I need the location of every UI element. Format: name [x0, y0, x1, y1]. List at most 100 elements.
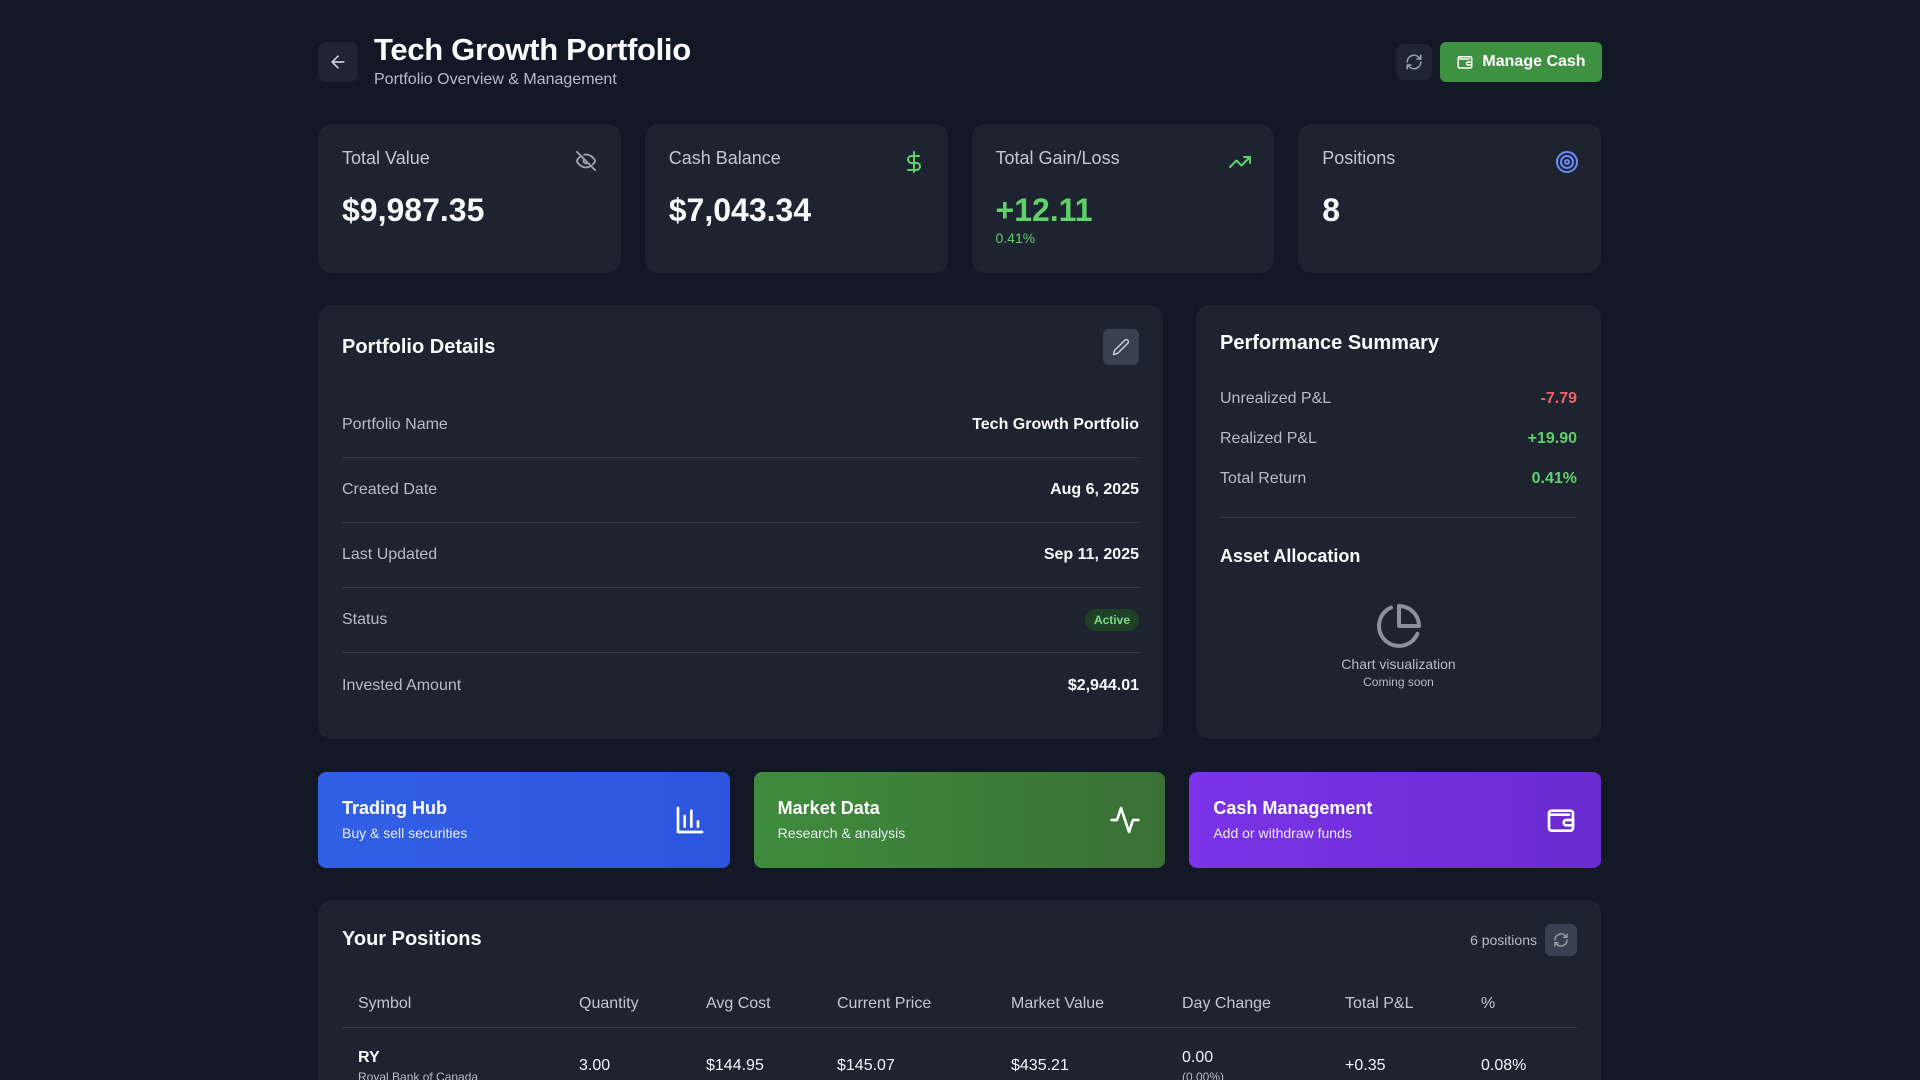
activity-icon	[1109, 804, 1141, 836]
stat-card-total-gain-loss: Total Gain/Loss +12.11 0.41%	[971, 124, 1275, 273]
total-pl-cell: +0.35	[1345, 1057, 1386, 1074]
perf-value: 0.41%	[1531, 470, 1577, 487]
table-header: Symbol Quantity Avg Cost Current Price M…	[342, 980, 1577, 1028]
stat-label: Total Gain/Loss	[995, 148, 1120, 168]
stat-label: Total Value	[342, 148, 430, 168]
refresh-button[interactable]	[1396, 44, 1432, 80]
positions-table: Symbol Quantity Avg Cost Current Price M…	[342, 980, 1577, 1080]
detail-row-last-updated: Last Updated Sep 11, 2025	[342, 523, 1139, 588]
detail-row-portfolio-name: Portfolio Name Tech Growth Portfolio	[342, 393, 1139, 458]
avg-cost-cell: $144.95	[706, 1057, 764, 1074]
column-header[interactable]: Quantity	[579, 995, 639, 1013]
detail-value: Aug 6, 2025	[1050, 481, 1139, 498]
perf-row-realized: Realized P&L +19.90	[1220, 419, 1577, 459]
stat-card-total-value: Total Value $9,987.35	[318, 124, 621, 273]
current-price-cell: $145.07	[837, 1057, 895, 1074]
day-change-value: 0.00	[1182, 1048, 1214, 1066]
detail-label: Invested Amount	[342, 676, 462, 694]
quantity-cell: 3.00	[579, 1057, 611, 1074]
detail-label: Created Date	[342, 481, 438, 498]
manage-cash-button[interactable]: Manage Cash	[1440, 42, 1602, 82]
card-title: Portfolio Details	[342, 336, 496, 358]
cash-management-tile[interactable]: Cash Management Add or withdraw funds	[1189, 772, 1602, 868]
performance-list: Unrealized P&L -7.79 Realized P&L +19.90…	[1220, 379, 1577, 499]
page-header: Tech Growth Portfolio Portfolio Overview…	[318, 0, 1602, 110]
symbol-name: Royal Bank of Canada	[358, 1069, 479, 1080]
trading-hub-tile[interactable]: Trading Hub Buy & sell securities	[318, 772, 730, 868]
chart-placeholder-subtext: Coming soon	[1363, 675, 1434, 689]
arrow-left-icon	[328, 52, 348, 72]
stat-value: $9,987.35	[342, 192, 485, 228]
edit-button[interactable]	[1103, 329, 1139, 365]
divider	[1220, 517, 1577, 518]
wallet-icon	[1545, 804, 1577, 836]
tile-title: Cash Management	[1213, 798, 1373, 818]
stat-label: Positions	[1322, 148, 1396, 168]
detail-value: Sep 11, 2025	[1043, 546, 1139, 563]
table-row[interactable]: RY Royal Bank of Canada 3.00 $144.95 $14…	[342, 1028, 1577, 1080]
perf-value: +19.90	[1527, 430, 1577, 447]
stat-sub-percent: 0.41%	[995, 230, 1036, 246]
stat-label: Cash Balance	[668, 148, 781, 168]
symbol: RY	[358, 1048, 380, 1066]
positions-count: 6 positions	[1470, 932, 1537, 948]
detail-label: Last Updated	[342, 546, 438, 563]
bar-chart-icon	[674, 804, 706, 836]
stat-value: $7,043.34	[668, 192, 812, 228]
asset-allocation-title: Asset Allocation	[1220, 546, 1361, 566]
column-header[interactable]: Market Value	[1011, 995, 1104, 1013]
column-header[interactable]: %	[1481, 995, 1495, 1013]
dollar-icon	[902, 150, 926, 174]
chart-placeholder: Chart visualization Coming soon	[1196, 602, 1601, 689]
detail-value: Tech Growth Portfolio	[972, 416, 1139, 433]
manage-cash-label: Manage Cash	[1482, 53, 1586, 70]
stat-card-positions: Positions 8	[1298, 124, 1601, 273]
symbol-cell: RY Royal Bank of Canada	[358, 1049, 478, 1080]
detail-row-status: Status Active	[342, 588, 1139, 653]
perf-row-total-return: Total Return 0.41%	[1220, 459, 1577, 499]
stat-card-cash-balance: Cash Balance $7,043.34	[644, 124, 948, 273]
positions-refresh-button[interactable]	[1545, 924, 1577, 956]
card-title: Your Positions	[342, 928, 482, 950]
portfolio-page: Tech Growth Portfolio Portfolio Overview…	[318, 0, 1602, 1080]
column-header[interactable]: Day Change	[1182, 995, 1271, 1013]
column-header[interactable]: Avg Cost	[706, 995, 771, 1013]
pencil-icon	[1112, 338, 1130, 356]
perf-label: Unrealized P&L	[1220, 390, 1332, 407]
day-change-cell: 0.00 (0.00%)	[1182, 1049, 1224, 1080]
perf-value: -7.79	[1540, 390, 1577, 407]
tile-title: Market Data	[777, 798, 880, 818]
tile-subtitle: Research & analysis	[777, 825, 906, 841]
portfolio-details-card: Portfolio Details Portfolio Name Tech Gr…	[318, 305, 1163, 739]
tile-title: Trading Hub	[342, 798, 447, 818]
stat-value: 8	[1322, 192, 1341, 228]
detail-value: $2,944.01	[1067, 676, 1139, 694]
action-tiles: Trading Hub Buy & sell securities Market…	[318, 772, 1602, 868]
card-title: Performance Summary	[1220, 332, 1439, 354]
market-data-tile[interactable]: Market Data Research & analysis	[753, 772, 1166, 868]
detail-row-created-date: Created Date Aug 6, 2025	[342, 458, 1139, 523]
eye-off-icon[interactable]	[575, 150, 599, 174]
back-button[interactable]	[318, 42, 358, 82]
percent-cell: 0.08%	[1481, 1057, 1527, 1074]
status-badge: Active	[1084, 609, 1139, 631]
wallet-icon	[1456, 53, 1474, 71]
page-subtitle: Portfolio Overview & Management	[374, 71, 617, 88]
column-header[interactable]: Symbol	[358, 995, 411, 1013]
target-icon	[1555, 150, 1579, 174]
perf-label: Total Return	[1220, 470, 1307, 487]
column-header[interactable]: Total P&L	[1345, 995, 1413, 1013]
detail-label: Portfolio Name	[342, 416, 448, 433]
refresh-icon	[1405, 53, 1423, 71]
perf-label: Realized P&L	[1220, 430, 1317, 447]
trending-up-icon	[1228, 150, 1252, 174]
chart-placeholder-text: Chart visualization	[1341, 656, 1456, 672]
market-value-cell: $435.21	[1011, 1057, 1069, 1074]
refresh-icon	[1553, 932, 1569, 948]
day-change-percent: (0.00%)	[1182, 1069, 1225, 1080]
pie-chart-icon	[1375, 602, 1423, 650]
page-title: Tech Growth Portfolio	[374, 32, 691, 67]
detail-row-invested-amount: Invested Amount $2,944.01	[342, 653, 1139, 718]
column-header[interactable]: Current Price	[837, 995, 931, 1013]
tile-subtitle: Add or withdraw funds	[1213, 825, 1352, 841]
